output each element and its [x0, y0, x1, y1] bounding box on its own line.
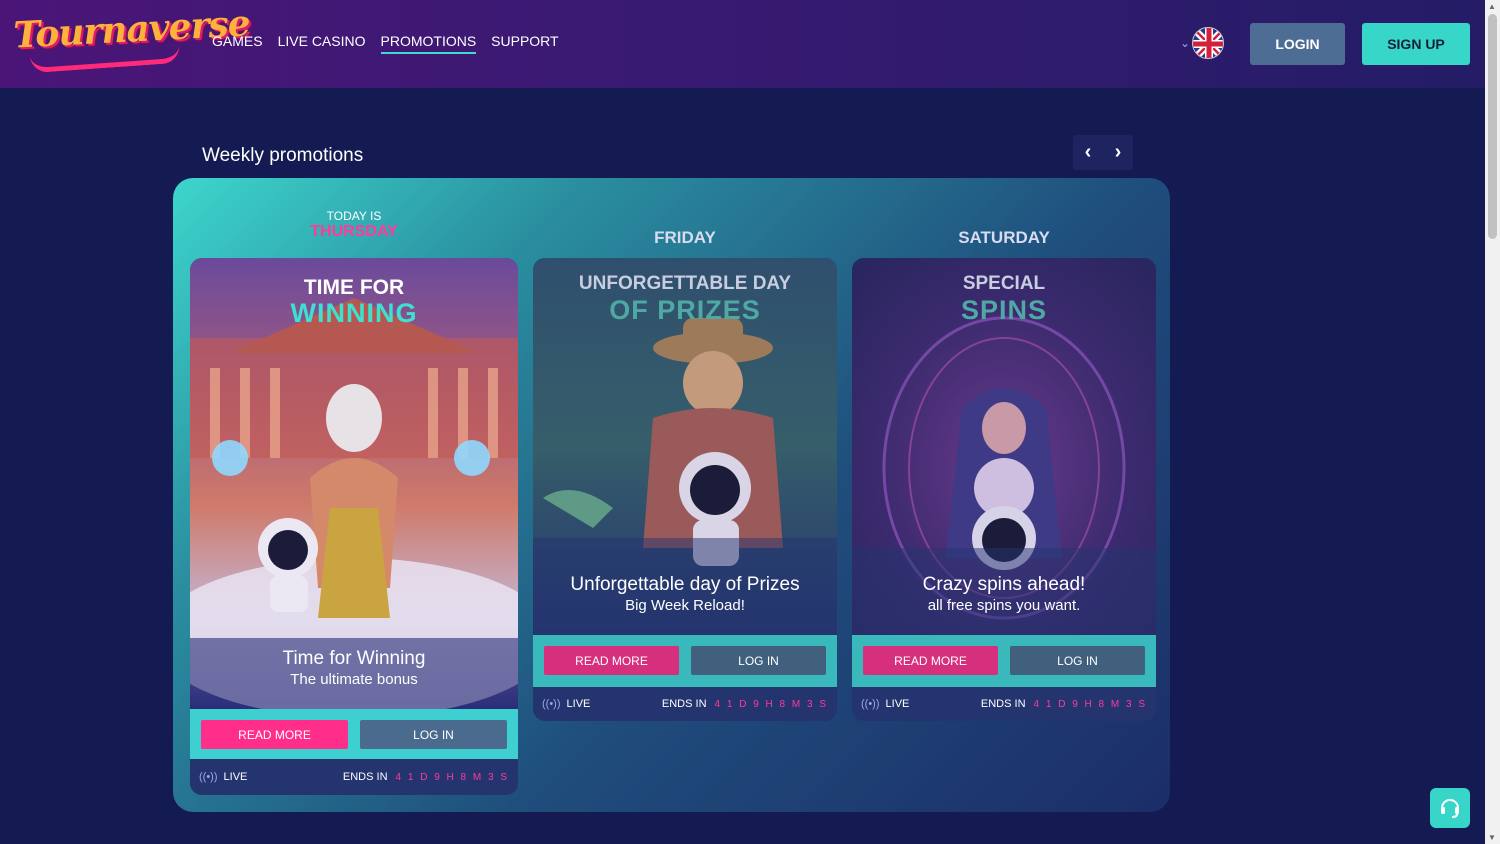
nav-games[interactable]: GAMES: [212, 33, 263, 54]
ends-label: ENDS IN: [661, 698, 707, 710]
read-more-button[interactable]: READ MORE: [863, 646, 998, 675]
countdown-timer: 4 1 D 9 H 8 M 3 S: [395, 771, 509, 783]
today-day: THURSDAY: [310, 223, 398, 240]
day-header-saturday: SATURDAY: [852, 228, 1156, 248]
promo-action-bar: READ MORE LOG IN: [852, 635, 1156, 687]
promo-image-title-top: SPECIAL: [962, 273, 1046, 294]
top-header: Tournaverse GAMES LIVE CASINO PROMOTIONS…: [0, 0, 1485, 88]
log-in-button[interactable]: LOG IN: [691, 646, 826, 675]
support-chat-button[interactable]: [1430, 788, 1470, 828]
promo-description: Big Week Reload!: [625, 597, 745, 614]
chevron-left-icon[interactable]: ‹: [1073, 135, 1103, 170]
promo-subtitle: Crazy spins ahead!: [922, 574, 1086, 595]
nav-live-casino[interactable]: LIVE CASINO: [278, 33, 366, 54]
day-name: SATURDAY: [958, 228, 1050, 247]
section-title: Weekly promotions: [202, 145, 364, 166]
login-button[interactable]: LOGIN: [1250, 23, 1345, 65]
promo-action-bar: READ MORE LOG IN: [533, 635, 837, 687]
scroll-thumb[interactable]: [1488, 14, 1497, 239]
promo-footer: ((•)) LIVE ENDS IN 4 1 D 9 H 8 M 3 S: [533, 687, 837, 721]
live-broadcast-icon: ((•)): [861, 698, 880, 710]
live-broadcast-icon: ((•)): [199, 771, 218, 783]
countdown-timer: 4 1 D 9 H 8 M 3 S: [1033, 698, 1147, 710]
promo-card-thursday: TIME FOR WINNING Time for Winning The ul…: [190, 258, 518, 795]
promotions-panel: TODAY IS THURSDAY FRIDAY SATURDAY TIME F…: [173, 178, 1170, 812]
promo-image-title-bottom: WINNING: [290, 298, 418, 328]
promo-image-title-top: TIME FOR: [303, 276, 405, 299]
chevron-right-icon[interactable]: ›: [1103, 135, 1133, 170]
promo-image-title-bottom: OF PRIZES: [609, 295, 761, 325]
signup-button[interactable]: SIGN UP: [1362, 23, 1470, 65]
day-name: FRIDAY: [654, 228, 716, 247]
live-broadcast-icon: ((•)): [542, 698, 561, 710]
promo-action-bar: READ MORE LOG IN: [190, 709, 518, 759]
language-selector[interactable]: ⌄: [1180, 27, 1225, 59]
live-label: LIVE: [223, 771, 248, 783]
live-label: LIVE: [566, 698, 591, 710]
ends-label: ENDS IN: [342, 771, 388, 783]
chevron-down-icon: ⌄: [1180, 36, 1191, 50]
ends-in: ENDS IN 4 1 D 9 H 8 M 3 S: [662, 698, 828, 710]
live-label: LIVE: [885, 698, 910, 710]
read-more-button[interactable]: READ MORE: [544, 646, 679, 675]
scroll-down-icon[interactable]: ▼: [1488, 833, 1496, 842]
promo-card-saturday: SPECIAL SPINS Crazy spins ahead! all fre…: [852, 258, 1156, 721]
day-header-thursday: TODAY IS THURSDAY: [190, 209, 518, 241]
main-nav: GAMES LIVE CASINO PROMOTIONS SUPPORT: [212, 33, 559, 54]
promo-subtitle: Time for Winning: [282, 648, 426, 669]
countdown-timer: 4 1 D 9 H 8 M 3 S: [714, 698, 828, 710]
promo-image-title-top: UNFORGETTABLE DAY: [578, 273, 792, 294]
uk-flag-icon: [1192, 27, 1225, 59]
promo-description: The ultimate bonus: [290, 671, 418, 688]
scroll-up-icon[interactable]: ▲: [1488, 2, 1496, 11]
promo-card-friday: UNFORGETTABLE DAY OF PRIZES Unforgettabl…: [533, 258, 837, 721]
ends-in: ENDS IN 4 1 D 9 H 8 M 3 S: [343, 771, 509, 783]
ends-label: ENDS IN: [980, 698, 1026, 710]
log-in-button[interactable]: LOG IN: [1010, 646, 1145, 675]
promo-subtitle: Unforgettable day of Prizes: [570, 574, 800, 595]
page-scrollbar[interactable]: ▲ ▼: [1485, 0, 1500, 844]
ends-in: ENDS IN 4 1 D 9 H 8 M 3 S: [981, 698, 1147, 710]
nav-promotions[interactable]: PROMOTIONS: [380, 33, 477, 54]
promo-footer: ((•)) LIVE ENDS IN 4 1 D 9 H 8 M 3 S: [190, 759, 518, 795]
carousel-arrows: ‹ ›: [1073, 135, 1133, 170]
support-chat-icon: [1441, 799, 1459, 818]
promo-footer: ((•)) LIVE ENDS IN 4 1 D 9 H 8 M 3 S: [852, 687, 1156, 721]
day-header-friday: FRIDAY: [533, 228, 837, 248]
today-label: TODAY IS: [326, 209, 382, 223]
nav-support[interactable]: SUPPORT: [491, 33, 558, 54]
promo-image-title-bottom: SPINS: [960, 295, 1048, 325]
log-in-button[interactable]: LOG IN: [360, 720, 507, 749]
promo-description: all free spins you want.: [927, 597, 1081, 614]
read-more-button[interactable]: READ MORE: [201, 720, 348, 749]
